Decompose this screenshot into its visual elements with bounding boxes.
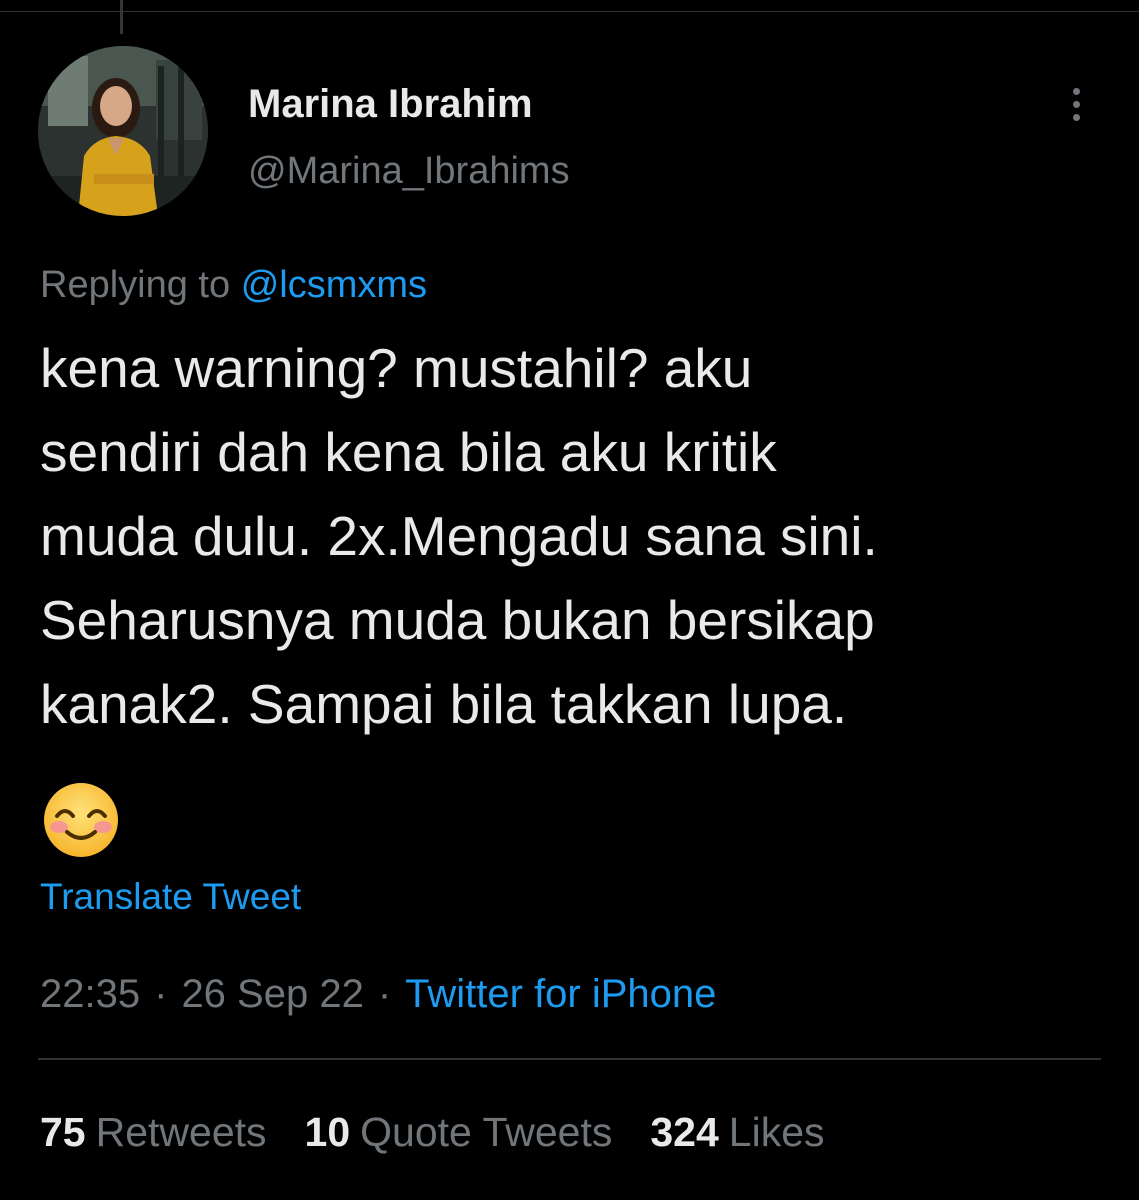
dot bbox=[1072, 113, 1080, 121]
separator: · bbox=[154, 972, 168, 1016]
likes-count: 324 bbox=[650, 1109, 719, 1155]
likes-label: Likes bbox=[728, 1109, 825, 1155]
top-divider bbox=[0, 11, 1139, 12]
tweet-text-line: sendiri dah kena bila aku kritik bbox=[40, 421, 777, 483]
tweet-time[interactable]: 22:35 bbox=[40, 972, 140, 1016]
retweets-count: 75 bbox=[40, 1109, 86, 1155]
tweet-text-line: Seharusnya muda bukan bersikap bbox=[40, 589, 875, 651]
author-display-name[interactable]: Marina Ibrahim bbox=[248, 78, 533, 130]
dot bbox=[1072, 87, 1080, 95]
avatar-photo-icon bbox=[38, 46, 208, 216]
thread-connector-line bbox=[120, 0, 123, 34]
replying-to: Replying to @lcsmxms bbox=[40, 258, 427, 312]
more-options-icon[interactable] bbox=[1056, 78, 1096, 130]
tweet-text-line: kena warning? mustahil? aku bbox=[40, 337, 753, 399]
retweets-stat[interactable]: 75 Retweets bbox=[40, 1104, 267, 1160]
reply-mention-link[interactable]: @lcsmxms bbox=[241, 264, 427, 306]
quote-tweets-count: 10 bbox=[304, 1109, 351, 1155]
separator: · bbox=[377, 972, 392, 1016]
smiling-face-emoji-icon bbox=[41, 780, 121, 860]
tweet-date[interactable]: 26 Sep 22 bbox=[181, 972, 363, 1016]
tweet-text: kena warning? mustahil? aku sendiri dah … bbox=[40, 326, 1110, 746]
translate-tweet-link[interactable]: Translate Tweet bbox=[40, 872, 301, 922]
dot bbox=[1072, 100, 1080, 108]
replying-to-prefix: Replying to bbox=[40, 264, 231, 306]
stats-divider bbox=[38, 1058, 1101, 1060]
likes-stat[interactable]: 324 Likes bbox=[650, 1104, 824, 1160]
author-handle[interactable]: @Marina_Ibrahims bbox=[248, 145, 570, 197]
tweet-metadata: 22:35 · 26 Sep 22 · Twitter for iPhone bbox=[40, 967, 716, 1021]
avatar[interactable] bbox=[38, 46, 208, 216]
engagement-stats: 75 Retweets 10 Quote Tweets 324 Likes bbox=[40, 1104, 863, 1160]
tweet-text-line: kanak2. Sampai bila takkan lupa. bbox=[40, 673, 848, 735]
tweet-text-line: muda dulu. 2x.Mengadu sana sini. bbox=[40, 505, 878, 567]
quote-tweets-label: Quote Tweets bbox=[360, 1109, 613, 1155]
retweets-label: Retweets bbox=[95, 1109, 267, 1155]
tweet-source-link[interactable]: Twitter for iPhone bbox=[405, 972, 716, 1016]
quote-tweets-stat[interactable]: 10 Quote Tweets bbox=[305, 1104, 613, 1160]
